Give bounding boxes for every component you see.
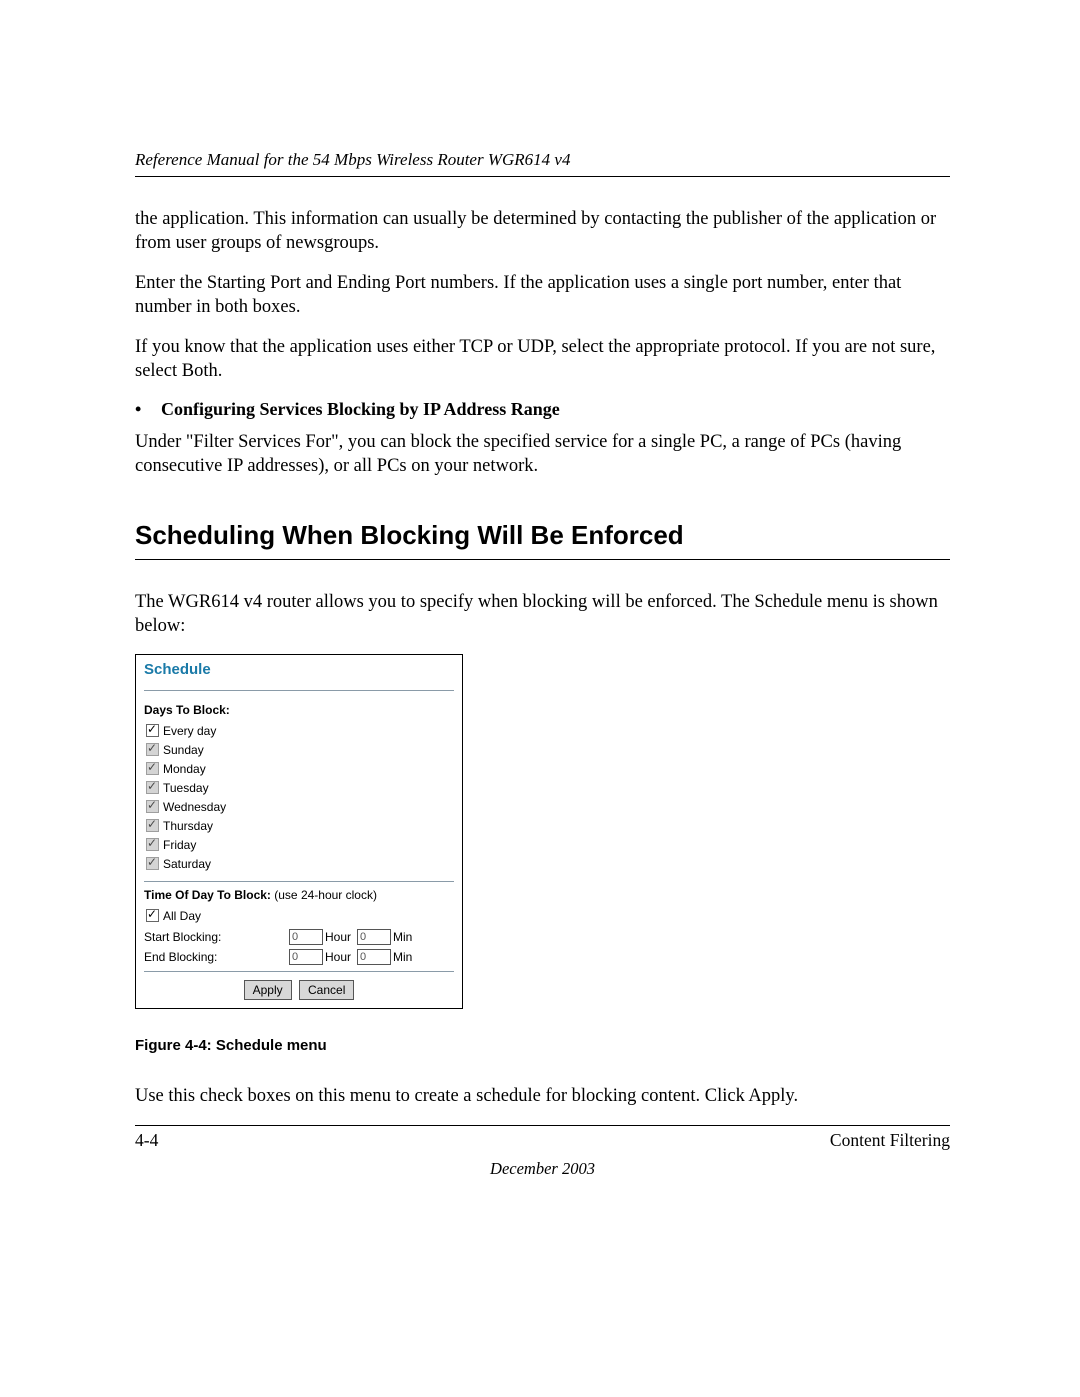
day-row: Saturday [146, 854, 454, 873]
day-label: Wednesday [163, 800, 226, 814]
checkbox-icon [146, 819, 159, 832]
day-label: Thursday [163, 819, 213, 833]
day-label: Sunday [163, 743, 204, 757]
end-hour-input[interactable]: 0 [289, 949, 323, 965]
body-paragraph: Use this check boxes on this menu to cre… [135, 1084, 950, 1108]
min-unit-label: Min [393, 930, 412, 944]
end-blocking-label: End Blocking: [144, 950, 289, 964]
day-row: Friday [146, 835, 454, 854]
day-label: Saturday [163, 857, 211, 871]
day-label: Tuesday [163, 781, 209, 795]
bullet-item: • Configuring Services Blocking by IP Ad… [135, 399, 950, 420]
min-unit-label: Min [393, 950, 412, 964]
day-row: Thursday [146, 816, 454, 835]
schedule-title: Schedule [144, 661, 454, 686]
hour-unit-label: Hour [325, 930, 351, 944]
checkbox-icon [146, 800, 159, 813]
checkbox-icon [146, 781, 159, 794]
body-paragraph: the application. This information can us… [135, 207, 950, 255]
hour-unit-label: Hour [325, 950, 351, 964]
body-paragraph: If you know that the application uses ei… [135, 335, 950, 383]
footer-section: Content Filtering [830, 1130, 950, 1151]
checkbox-icon [146, 857, 159, 870]
start-hour-input[interactable]: 0 [289, 929, 323, 945]
schedule-panel: Schedule Days To Block: Every day Sunday M… [135, 654, 463, 1009]
checkbox-icon [146, 743, 159, 756]
section-heading: Scheduling When Blocking Will Be Enforce… [135, 520, 950, 560]
start-min-input[interactable]: 0 [357, 929, 391, 945]
body-paragraph: The WGR614 v4 router allows you to speci… [135, 590, 950, 638]
checkbox-icon [146, 838, 159, 851]
day-row: Tuesday [146, 778, 454, 797]
all-day-row[interactable]: All Day [146, 906, 454, 925]
day-row[interactable]: Every day [146, 721, 454, 740]
apply-button[interactable]: Apply [244, 980, 292, 1000]
time-of-day-sub: (use 24-hour clock) [274, 888, 377, 902]
day-label: Every day [163, 724, 216, 738]
all-day-label: All Day [163, 909, 201, 923]
end-min-input[interactable]: 0 [357, 949, 391, 965]
footer-page-number: 4-4 [135, 1130, 158, 1151]
day-label: Monday [163, 762, 206, 776]
day-row: Wednesday [146, 797, 454, 816]
start-blocking-row: Start Blocking: 0 Hour 0 Min [144, 929, 454, 945]
bullet-marker: • [135, 399, 161, 420]
doc-header-title: Reference Manual for the 54 Mbps Wireles… [135, 150, 950, 177]
checkbox-icon[interactable] [146, 724, 159, 737]
body-paragraph: Enter the Starting Port and Ending Port … [135, 271, 950, 319]
footer-date: December 2003 [135, 1159, 950, 1179]
checkbox-icon[interactable] [146, 909, 159, 922]
time-of-day-heading: Time Of Day To Block: (use 24-hour clock… [144, 888, 454, 902]
figure-caption: Figure 4-4: Schedule menu [135, 1037, 950, 1054]
end-blocking-row: End Blocking: 0 Hour 0 Min [144, 949, 454, 965]
cancel-button[interactable]: Cancel [299, 980, 354, 1000]
checkbox-icon [146, 762, 159, 775]
page-footer: 4-4 Content Filtering December 2003 [135, 1125, 950, 1179]
days-to-block-heading: Days To Block: [144, 703, 454, 717]
day-row: Sunday [146, 740, 454, 759]
day-row: Monday [146, 759, 454, 778]
start-blocking-label: Start Blocking: [144, 930, 289, 944]
day-label: Friday [163, 838, 196, 852]
bullet-text: Configuring Services Blocking by IP Addr… [161, 399, 560, 420]
body-paragraph: Under "Filter Services For", you can blo… [135, 430, 950, 478]
